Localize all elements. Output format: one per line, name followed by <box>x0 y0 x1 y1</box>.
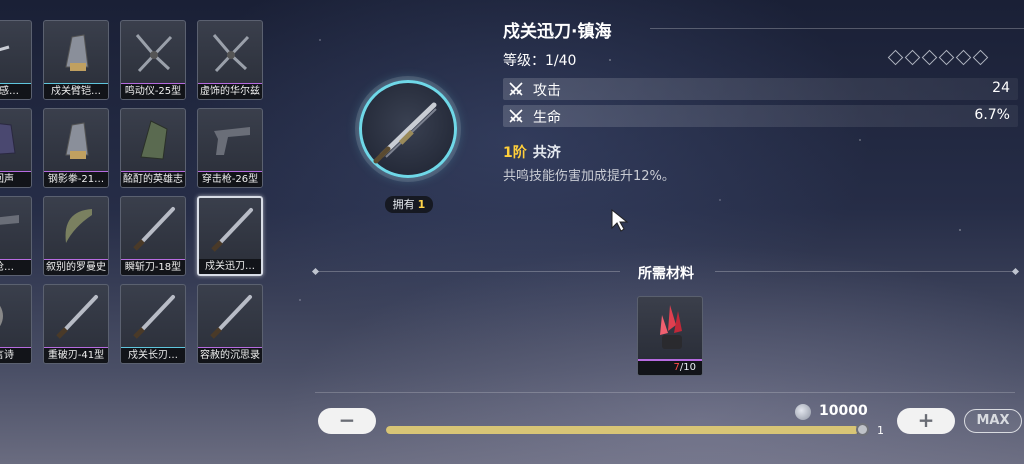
weapon-slot[interactable]: 酩酊的英雄志 <box>120 108 186 188</box>
materials-title: 所需材料 <box>638 266 694 282</box>
weapon-sword-icon <box>211 208 253 252</box>
weapon-slot[interactable]: 穿击枪-26型 <box>197 108 263 188</box>
crossed-swords-icon <box>509 82 523 96</box>
weapon-slot-name: 回音感… <box>0 84 31 99</box>
weapon-slot[interactable]: 海回声 <box>0 108 32 188</box>
weapon-slot[interactable]: 戍关迅刀… <box>197 196 263 276</box>
weapon-slot[interactable]: 虚饰的华尔兹 <box>197 20 263 100</box>
decrease-button[interactable]: − <box>318 408 376 434</box>
weapon-slot[interactable]: 叙别的罗曼史 <box>43 196 109 276</box>
max-button[interactable]: MAX <box>964 409 1022 433</box>
crossed-swords-icon <box>509 109 523 123</box>
coin-icon <box>795 404 811 420</box>
rank-diamond-icon <box>972 49 989 66</box>
bottom-divider <box>315 392 1015 393</box>
weapon-blades-icon <box>135 34 173 73</box>
rank-diamond-icon <box>955 49 972 66</box>
weapon-grid: 回音感… 戍关臂铠… 鸣动仪-25型虚饰的华尔兹海回声钢影拳-21… 酩酊的英雄志穿击… <box>0 20 263 364</box>
weapon-gauntlet-icon <box>65 122 89 159</box>
weapon-slot-name: 瞬斩刀-18型 <box>121 260 185 275</box>
cursor-icon <box>611 208 629 232</box>
rank-diamond-icon <box>887 49 904 66</box>
owned-label: 拥有 <box>392 198 415 211</box>
weapon-slot[interactable]: 佩枪… <box>0 196 32 276</box>
title-divider <box>650 28 1024 29</box>
divider-dot <box>1011 267 1020 276</box>
weapon-sword-icon <box>210 295 252 339</box>
weapon-pistol-icon <box>214 127 250 155</box>
owned-count: 1 <box>417 198 426 211</box>
weapon-glove-icon <box>0 123 16 155</box>
slider-value: 1 <box>877 424 884 437</box>
red-crystal-icon <box>660 305 682 349</box>
rank-diamond-icon <box>921 49 938 66</box>
material-need: /10 <box>679 362 696 373</box>
weapon-slot-name: 虚饰的华尔兹 <box>198 84 262 99</box>
weapon-slot-name: 叙别的罗曼史 <box>44 260 108 275</box>
weapon-sword-icon <box>133 207 175 251</box>
weapon-slot-name: 戍关臂铠… <box>44 84 108 99</box>
weapon-slot-name: 戍关迅刀… <box>199 259 261 274</box>
weapon-bow-icon <box>0 306 3 326</box>
resonance-rank: 1阶 <box>503 145 527 161</box>
weapon-slot[interactable]: 瞬斩刀-18型 <box>120 196 186 276</box>
quantity-slider[interactable] <box>386 426 864 434</box>
weapon-fist-icon <box>140 120 168 160</box>
rank-diamond-icon <box>938 49 955 66</box>
weapon-slot-name: 穿击枪-26型 <box>198 172 262 187</box>
increase-button[interactable]: + <box>897 408 955 434</box>
weapon-slot-name: 钢影拳-21… <box>44 172 108 187</box>
weapon-slot-name: 重破刃-41型 <box>44 348 108 363</box>
weapon-slot[interactable]: 容赦的沉思录 <box>197 284 263 364</box>
weapon-slot[interactable]: 戍关臂铠… <box>43 20 109 100</box>
weapon-slot-name: 容赦的沉思录 <box>198 348 262 363</box>
material-count: 7/10 <box>638 361 702 375</box>
slider-handle[interactable] <box>856 423 869 436</box>
divider-dot <box>311 267 320 276</box>
resonance-description: 共鸣技能伤害加成提升12%。 <box>503 169 675 184</box>
weapon-portrait <box>359 80 457 178</box>
weapon-slot-name: 戍关长刃… <box>121 348 185 363</box>
weapon-slot[interactable]: 回音感… <box>0 20 32 100</box>
stat-label: 攻击 <box>533 83 561 99</box>
weapon-sickle-icon <box>65 209 92 243</box>
slider-fill <box>386 426 860 434</box>
stat-label: 生命 <box>533 110 561 126</box>
weapon-title: 戍关迅刀·镇海 <box>503 22 612 42</box>
weapon-slot-name: 鸣动仪-25型 <box>121 84 185 99</box>
material-slot[interactable]: 7/10 <box>637 296 703 376</box>
weapon-pistol-icon <box>0 215 19 225</box>
weapon-slot-name: 海回声 <box>0 172 31 187</box>
resonance-header: 1阶 共济 <box>503 142 561 162</box>
weapon-slot[interactable]: 寓言诗 <box>0 284 32 364</box>
sword-icon <box>373 102 437 164</box>
cost-amount: 10000 <box>819 403 868 419</box>
weapon-slot[interactable]: 钢影拳-21… <box>43 108 109 188</box>
weapon-gauntlet-icon <box>65 34 89 71</box>
rank-diamond-icon <box>904 49 921 66</box>
owned-badge: 拥有 1 <box>385 196 433 213</box>
weapon-slot-name: 佩枪… <box>0 260 31 275</box>
stat-attack: 攻击 24 <box>503 78 1018 100</box>
resonance-name: 共济 <box>532 145 561 161</box>
weapon-slot-name: 寓言诗 <box>0 348 31 363</box>
weapon-claw-icon <box>0 45 10 52</box>
level-text: 等级：1/40 <box>503 53 577 69</box>
weapon-slot[interactable]: 鸣动仪-25型 <box>120 20 186 100</box>
weapon-slot[interactable]: 戍关长刃… <box>120 284 186 364</box>
weapon-blades-icon <box>212 34 250 73</box>
divider-left <box>315 271 620 272</box>
stat-value: 6.7% <box>974 107 1010 123</box>
weapon-sword-icon <box>133 295 175 339</box>
weapon-slot[interactable]: 重破刃-41型 <box>43 284 109 364</box>
weapon-sword-icon <box>56 295 98 339</box>
divider-right <box>715 271 1015 272</box>
rank-diamonds <box>887 49 989 66</box>
weapon-slot-name: 酩酊的英雄志 <box>121 172 185 187</box>
stat-value: 24 <box>992 80 1010 96</box>
stat-hp: 生命 6.7% <box>503 105 1018 127</box>
